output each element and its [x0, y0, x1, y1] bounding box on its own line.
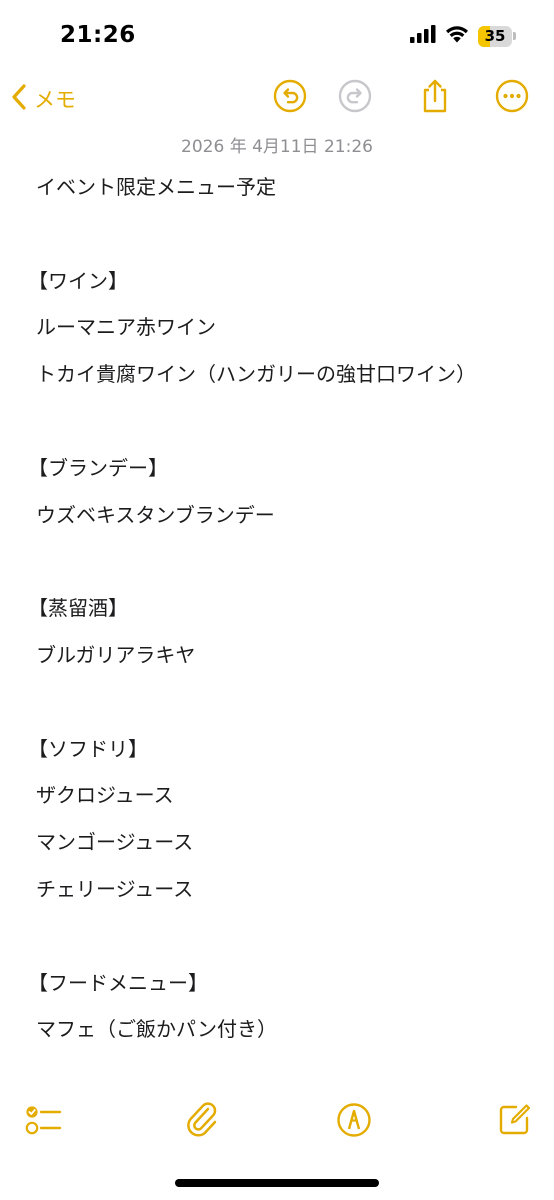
note-section-heading: 【ブランデー】 [28, 455, 168, 480]
note-blank-line [36, 215, 536, 262]
note-line: チェリージュース [36, 876, 194, 901]
more-icon [495, 79, 529, 117]
undo-icon [273, 79, 307, 117]
redo-button[interactable] [337, 79, 373, 117]
nav-bar: メモ [0, 70, 554, 128]
note-date: 2026 年 4月11日 21:26 [181, 137, 373, 157]
chevron-left-icon [10, 83, 28, 115]
note-blank-line [36, 917, 536, 964]
notes-screen: 21:26 35 メモ 2026 年 4月11日 21:26 イベント限定メニュ… [0, 0, 554, 1200]
bottom-toolbar [0, 1098, 554, 1148]
note-line: マフェ（ご飯かパン付き） [36, 1017, 277, 1042]
note-line: ルーマニア赤ワイン [36, 315, 216, 340]
note-blank-line [36, 402, 536, 449]
wifi-icon [445, 25, 469, 47]
compose-button[interactable] [494, 1102, 534, 1142]
more-button[interactable] [494, 79, 530, 117]
note-section-heading: 【ワイン】 [28, 268, 128, 293]
status-bar: 21:26 35 [0, 0, 554, 70]
note-blank-line [36, 683, 536, 730]
note-section-heading: 【蒸留酒】 [28, 596, 128, 621]
note-line: ウズベキスタンブランデー [36, 502, 275, 527]
status-icons: 35 [410, 24, 516, 48]
paperclip-icon [184, 1100, 220, 1144]
note-line: ブルガリアラキヤ [36, 642, 196, 667]
compose-icon [496, 1102, 532, 1142]
note-body[interactable]: イベント限定メニュー予定【ワイン】ルーマニア赤ワイントカイ貴腐ワイン（ハンガリー… [28, 168, 536, 1057]
redo-icon [338, 79, 372, 117]
battery-body: 35 [478, 25, 512, 47]
home-indicator [175, 1179, 379, 1187]
checklist-icon [25, 1103, 63, 1141]
note-line: マンゴージュース [36, 830, 194, 855]
share-icon [418, 78, 452, 118]
cellular-signal-icon [410, 25, 436, 47]
battery-level: 35 [484, 26, 506, 45]
note-blank-line [36, 542, 536, 589]
markup-pen-icon [336, 1102, 372, 1142]
battery-cap [513, 32, 516, 40]
note-section-heading: 【フードメニュー】 [28, 970, 208, 995]
status-time: 21:26 [60, 22, 136, 48]
battery-icon: 35 [478, 25, 516, 47]
checklist-button[interactable] [24, 1102, 64, 1142]
note-line: トカイ貴腐ワイン（ハンガリーの強甘口ワイン） [36, 362, 476, 387]
note-line: ザクロジュース [36, 783, 174, 808]
note-section-heading: 【ソフドリ】 [28, 736, 148, 761]
share-button[interactable] [417, 78, 453, 118]
attachment-button[interactable] [182, 1102, 222, 1142]
note-line: イベント限定メニュー予定 [36, 175, 276, 199]
back-button[interactable]: メモ [10, 80, 76, 118]
markup-button[interactable] [334, 1102, 374, 1142]
undo-button[interactable] [272, 79, 308, 117]
back-label: メモ [34, 88, 76, 112]
